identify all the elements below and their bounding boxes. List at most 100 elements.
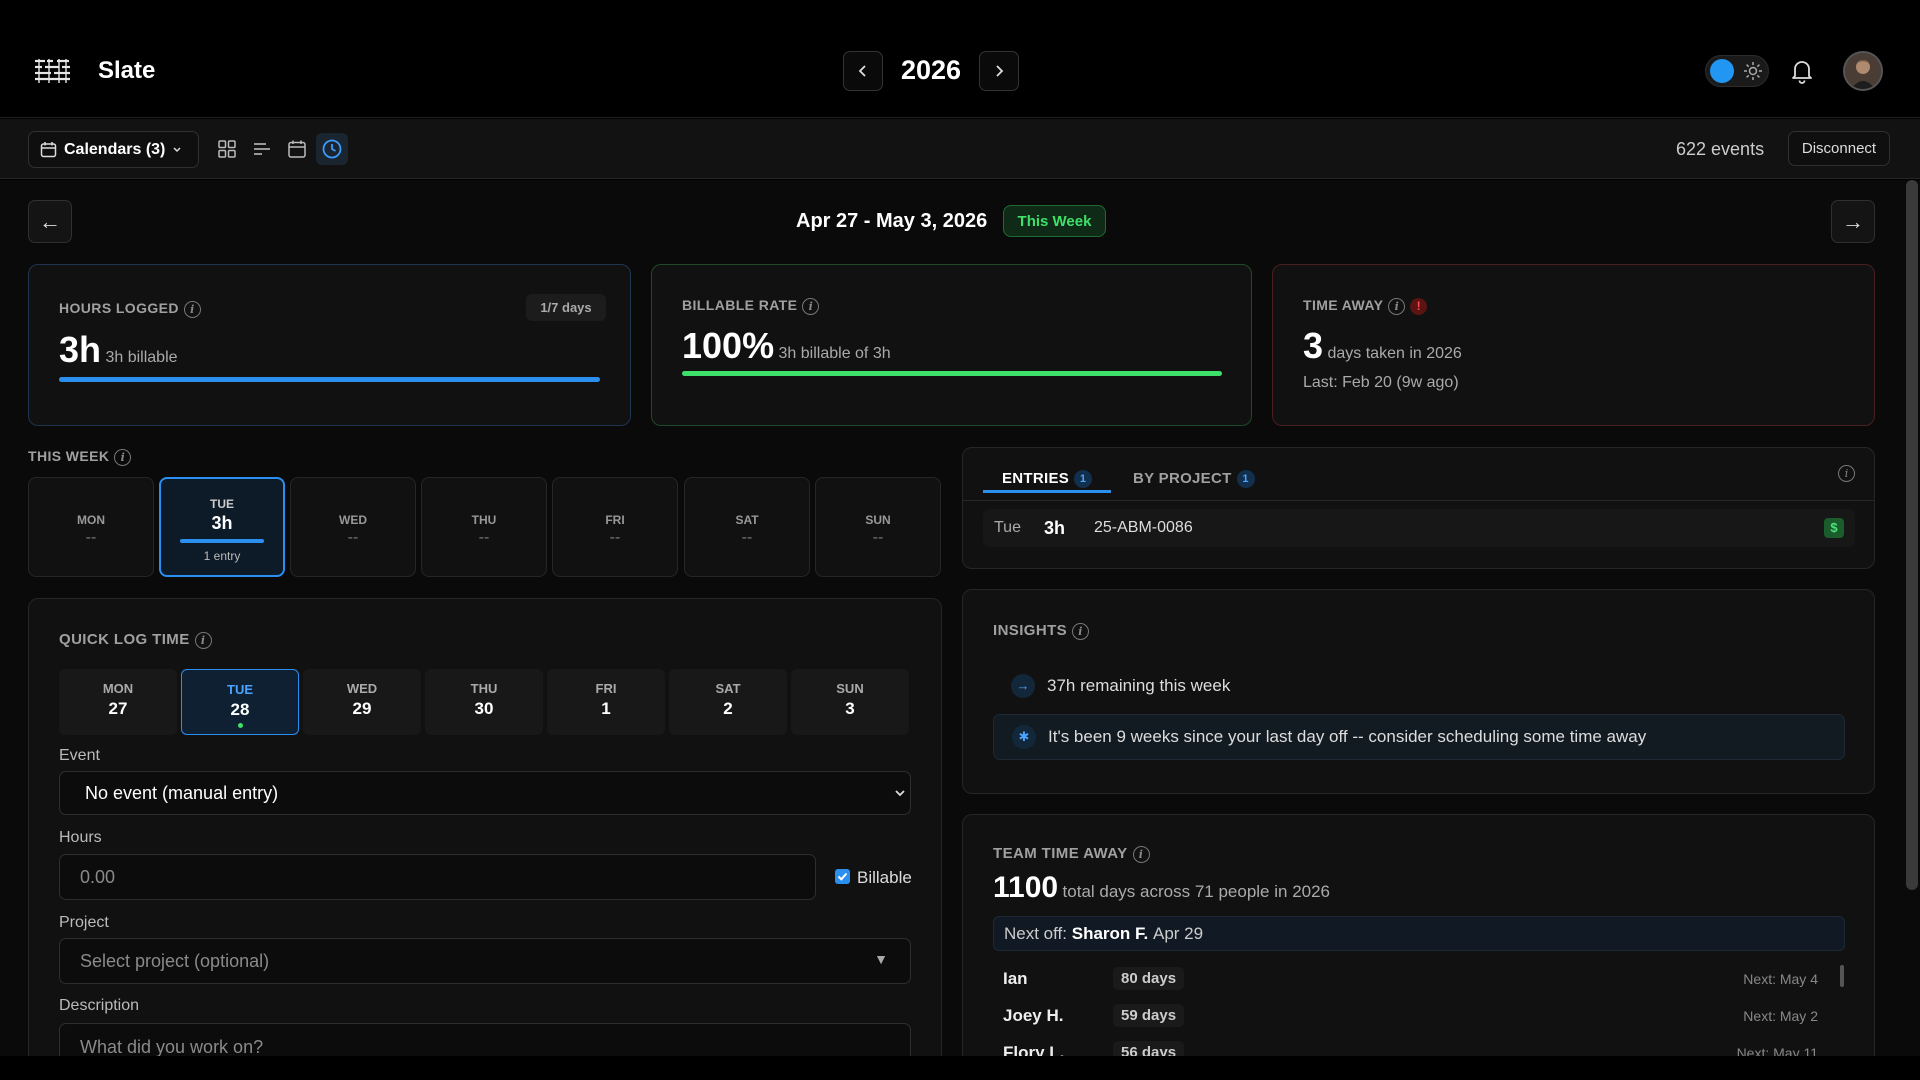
calendar-view-button[interactable] bbox=[281, 133, 313, 165]
this-week-label: THIS WEEK i bbox=[28, 448, 132, 466]
arrow-right-icon: → bbox=[1842, 208, 1864, 234]
day-name: FRI bbox=[605, 513, 625, 527]
description-input[interactable]: What did you work on? bbox=[59, 1023, 911, 1056]
list-view-button[interactable] bbox=[246, 133, 278, 165]
entry-code: 25-ABM-0086 bbox=[1094, 519, 1193, 536]
day-value: -- bbox=[741, 529, 753, 546]
week-day-sat[interactable]: SAT -- bbox=[684, 477, 810, 577]
grid-view-button[interactable] bbox=[211, 133, 243, 165]
quick-log-day-tue[interactable]: TUE 28 bbox=[181, 669, 299, 735]
tab-by-project[interactable]: BY PROJECT 1 bbox=[1133, 470, 1255, 489]
week-day-thu[interactable]: THU -- bbox=[421, 477, 547, 577]
quick-log-day-wed[interactable]: WED 29 bbox=[303, 669, 421, 735]
hours-sub: 3h billable bbox=[105, 349, 178, 366]
info-icon[interactable]: i bbox=[802, 297, 820, 315]
away-sub: days taken in 2026 bbox=[1327, 345, 1462, 362]
day-name: SUN bbox=[865, 513, 891, 527]
logo-icon bbox=[35, 59, 70, 83]
top-bar: Slate 2026 bbox=[0, 0, 1920, 118]
info-icon[interactable]: i bbox=[1838, 465, 1855, 482]
day-value: -- bbox=[85, 529, 97, 546]
team-row[interactable]: Ian 80 days Next: May 4 bbox=[1003, 965, 1838, 995]
quick-log-day-num: 3 bbox=[845, 699, 855, 718]
year-prev-button[interactable] bbox=[843, 51, 883, 91]
entry-row[interactable]: Tue 3h 25-ABM-0086 $ bbox=[983, 509, 1855, 547]
chevron-down-icon bbox=[173, 146, 181, 152]
quick-log-label: QUICK LOG TIME i bbox=[59, 631, 212, 649]
week-day-sun[interactable]: SUN -- bbox=[815, 477, 941, 577]
project-select[interactable]: Select project (optional) ▼ bbox=[59, 938, 911, 984]
team-row[interactable]: Joey H. 59 days Next: May 2 bbox=[1003, 1002, 1838, 1032]
hours-input-placeholder: 0.00 bbox=[80, 866, 116, 887]
quick-log-day-name: SAT bbox=[715, 681, 741, 696]
info-icon[interactable]: i bbox=[1388, 297, 1406, 315]
hours-input[interactable]: 0.00 bbox=[59, 854, 816, 900]
page-scrollbar-thumb[interactable] bbox=[1906, 180, 1918, 890]
days-pill: 1/7 days bbox=[526, 294, 606, 321]
insights-label: INSIGHTS i bbox=[993, 622, 1090, 640]
quick-log-day-num: 30 bbox=[474, 699, 494, 718]
billable-progress-track bbox=[682, 371, 1222, 376]
info-icon[interactable]: i bbox=[194, 631, 212, 649]
tab-count: 1 bbox=[1236, 470, 1255, 489]
bell-icon[interactable] bbox=[1790, 58, 1814, 84]
day-name: WED bbox=[339, 513, 367, 527]
quick-log-day-name: WED bbox=[346, 681, 378, 696]
entry-dot bbox=[237, 723, 243, 728]
year-label: 2026 bbox=[900, 55, 962, 85]
event-count: 622 events bbox=[1676, 139, 1765, 159]
year-next-button[interactable] bbox=[979, 51, 1019, 91]
event-select[interactable]: No event (manual entry) bbox=[59, 771, 911, 815]
team-member-days: 80 days bbox=[1113, 967, 1185, 990]
tabs-divider bbox=[963, 500, 1874, 501]
team-total: 1100 bbox=[993, 871, 1059, 904]
week-day-fri[interactable]: FRI -- bbox=[552, 477, 678, 577]
team-list-scrollbar[interactable] bbox=[1840, 965, 1844, 987]
team-member-next: Next: May 2 bbox=[1743, 1008, 1818, 1024]
week-day-wed[interactable]: WED -- bbox=[290, 477, 416, 577]
info-icon[interactable]: i bbox=[183, 300, 201, 318]
next-off-date: Apr 29 bbox=[1152, 923, 1204, 943]
app-title: Slate bbox=[98, 57, 156, 84]
avatar[interactable] bbox=[1843, 51, 1883, 91]
event-label: Event bbox=[59, 747, 100, 764]
day-value: -- bbox=[478, 529, 490, 546]
team-member-next: Next: May 11 bbox=[1736, 1045, 1818, 1056]
time-view-button[interactable] bbox=[316, 133, 348, 165]
quick-log-day-sat[interactable]: SAT 2 bbox=[669, 669, 787, 735]
week-day-tue[interactable]: TUE 3h 1 entry bbox=[159, 477, 285, 577]
billable-checkbox[interactable] bbox=[835, 869, 850, 884]
team-row[interactable]: Flory L. 56 days Next: May 11 bbox=[1003, 1039, 1838, 1056]
quick-log-day-sun[interactable]: SUN 3 bbox=[791, 669, 909, 735]
quick-log-day-thu[interactable]: THU 30 bbox=[425, 669, 543, 735]
team-member-name: Ian bbox=[1003, 969, 1028, 988]
grid-icon bbox=[218, 140, 236, 158]
bottom-edge bbox=[0, 1056, 1920, 1080]
this-week-badge[interactable]: This Week bbox=[1003, 205, 1106, 237]
info-icon[interactable]: i bbox=[1072, 622, 1090, 640]
disconnect-button[interactable]: Disconnect bbox=[1788, 131, 1890, 166]
week-day-mon[interactable]: MON -- bbox=[28, 477, 154, 577]
project-select-placeholder: Select project (optional) bbox=[80, 950, 270, 971]
quick-log-day-fri[interactable]: FRI 1 bbox=[547, 669, 665, 735]
theme-toggle[interactable] bbox=[1705, 55, 1769, 87]
chevron-right-icon bbox=[996, 65, 1004, 77]
team-time-away-card: TEAM TIME AWAY i 1100 total days across 7… bbox=[962, 814, 1875, 1056]
hours-value: 3h bbox=[59, 329, 102, 370]
insight-item: → 37h remaining this week bbox=[993, 664, 1845, 708]
team-total-row: 1100 total days across 71 people in 2026 bbox=[993, 871, 1330, 905]
calendars-dropdown[interactable]: Calendars (3) bbox=[28, 131, 199, 168]
week-next-button[interactable]: → bbox=[1831, 200, 1875, 243]
billable-label[interactable]: Billable bbox=[857, 868, 912, 888]
chevron-left-icon bbox=[858, 65, 866, 77]
team-member-next: Next: May 4 bbox=[1743, 971, 1818, 987]
alert-icon: ! bbox=[1410, 297, 1428, 315]
info-icon[interactable]: i bbox=[1132, 845, 1150, 863]
quick-log-day-name: THU bbox=[470, 681, 498, 696]
tab-entries[interactable]: ENTRIES 1 bbox=[1002, 470, 1093, 489]
week-prev-button[interactable]: ← bbox=[28, 200, 72, 243]
quick-log-day-mon[interactable]: MON 27 bbox=[59, 669, 177, 735]
billable-value-row: 100% 3h billable of 3h bbox=[682, 325, 891, 367]
time-away-card: TIME AWAY i! 3 days taken in 2026 Last: F… bbox=[1272, 264, 1875, 426]
info-icon[interactable]: i bbox=[114, 448, 132, 466]
